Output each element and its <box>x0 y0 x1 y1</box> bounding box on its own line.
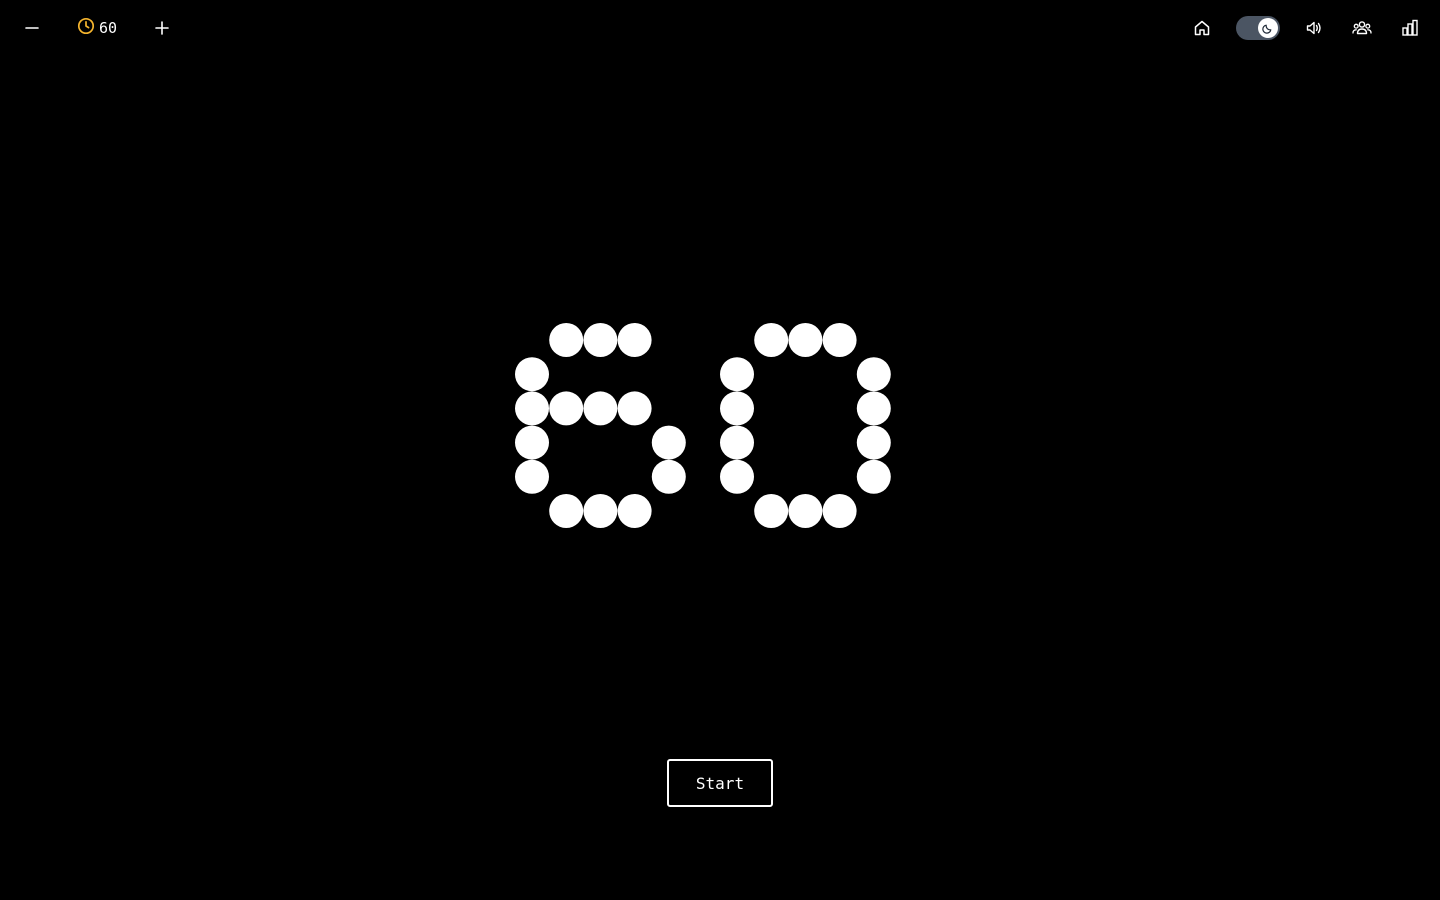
dot <box>720 425 754 460</box>
dot <box>788 323 823 357</box>
dot <box>651 425 686 460</box>
home-icon <box>1193 19 1211 37</box>
digit-6 <box>515 323 686 528</box>
users-icon <box>1352 19 1372 37</box>
dot <box>720 357 754 392</box>
digit-0 <box>720 323 891 528</box>
dot <box>754 494 789 528</box>
dot <box>822 494 857 528</box>
timer-display: 60 <box>77 17 118 39</box>
plus-icon <box>154 20 170 36</box>
dot <box>549 391 584 426</box>
dot <box>754 323 789 357</box>
dot <box>515 425 549 460</box>
dot <box>651 459 686 494</box>
dot <box>617 391 652 426</box>
dot <box>788 494 823 528</box>
moon-icon <box>1262 19 1274 38</box>
dot <box>856 391 891 426</box>
dot <box>549 323 584 357</box>
dot <box>549 494 584 528</box>
decrease-time-button[interactable] <box>8 0 56 56</box>
dot <box>856 459 891 494</box>
theme-toggle[interactable] <box>1236 16 1280 40</box>
dot <box>515 357 549 392</box>
bar-chart-icon <box>1401 19 1419 37</box>
home-button[interactable] <box>1178 0 1226 56</box>
start-button[interactable]: Start <box>667 759 773 807</box>
dot <box>856 425 891 460</box>
dot <box>617 323 652 357</box>
dot <box>856 357 891 392</box>
dot <box>515 459 549 494</box>
dot <box>617 494 652 528</box>
increase-time-button[interactable] <box>138 0 186 56</box>
toggle-knob <box>1258 18 1278 38</box>
dot <box>720 459 754 494</box>
volume-icon <box>1305 19 1323 37</box>
multiplayer-button[interactable] <box>1338 0 1386 56</box>
dot <box>583 323 618 357</box>
minus-icon <box>24 20 40 36</box>
clock-icon <box>77 17 95 39</box>
dot <box>583 494 618 528</box>
timer-value: 60 <box>99 19 118 37</box>
dot <box>720 391 754 426</box>
sound-button[interactable] <box>1290 0 1338 56</box>
stats-button[interactable] <box>1386 0 1434 56</box>
dot <box>583 391 618 426</box>
dot <box>515 391 549 426</box>
dot <box>822 323 857 357</box>
